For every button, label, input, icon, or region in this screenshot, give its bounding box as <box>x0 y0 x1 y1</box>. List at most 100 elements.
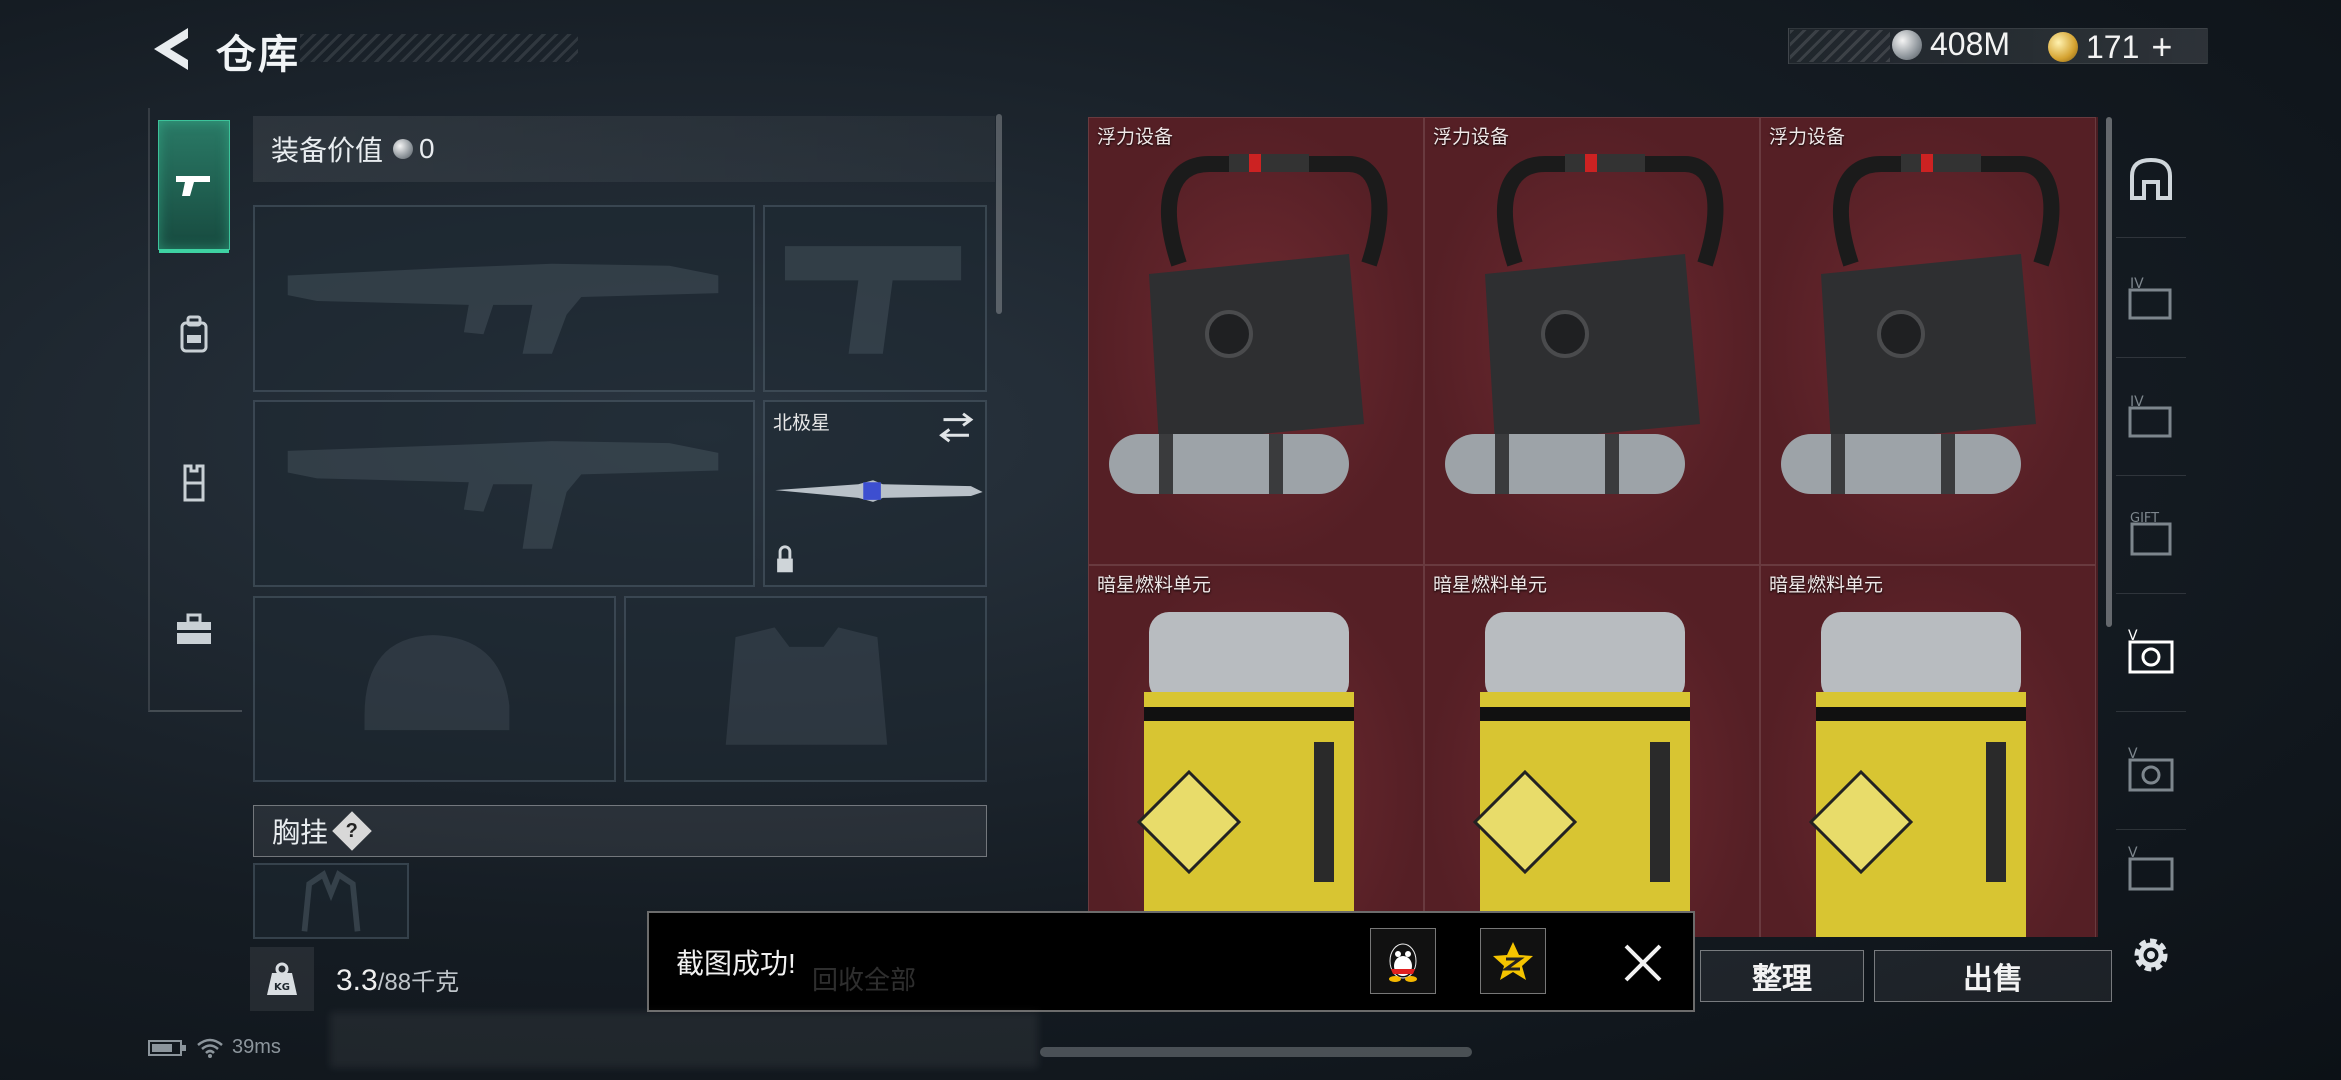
tier-v-case-icon: V <box>2128 628 2174 673</box>
pistol-icon <box>176 176 210 196</box>
body-armor-silhouette-icon <box>725 627 888 745</box>
toolbox-icon <box>177 613 211 644</box>
device-status: 39ms <box>148 1036 281 1059</box>
armor-slot[interactable] <box>624 596 987 782</box>
inventory-item[interactable]: 暗星燃料单元 <box>1760 565 2096 937</box>
rifle-silhouette-icon <box>287 441 719 549</box>
storage-tab-5-active[interactable]: V <box>2116 594 2186 712</box>
equipment-scrollbar[interactable] <box>996 114 1002 314</box>
inventory-grid: 浮力设备 浮力设备 浮力设备 暗星燃料单元 暗星燃料单元 暗星燃料单元 <box>1088 117 2098 937</box>
storage-tab-2[interactable]: IV <box>2116 240 2186 358</box>
storage-tab-3[interactable]: IV <box>2116 358 2186 476</box>
svg-text:V: V <box>2128 746 2138 762</box>
weight-max: /88千克 <box>377 969 460 996</box>
storage-tab-1[interactable] <box>2116 120 2186 238</box>
qzone-star-icon <box>1493 942 1533 980</box>
silver-currency: 408M <box>1892 26 2010 63</box>
page-title: 仓库 <box>216 33 300 77</box>
category-tab-tools[interactable] <box>158 565 230 695</box>
svg-text:V: V <box>2128 845 2138 861</box>
sidearm-slot[interactable] <box>763 205 987 392</box>
storage-tab-7[interactable]: V <box>2116 830 2186 910</box>
tier-v-case-icon: V <box>2128 845 2174 891</box>
tier-v-case-icon: V <box>2128 746 2174 791</box>
pistol-silhouette-icon <box>784 246 962 354</box>
gold-currency: 171 + <box>2048 26 2172 68</box>
back-button[interactable] <box>148 24 194 74</box>
sell-button[interactable]: 出售 <box>1874 950 2112 1002</box>
inventory-item[interactable]: 暗星燃料单元 <box>1424 565 1760 937</box>
weight-current: 3.3 <box>336 964 378 997</box>
ping-value: 39ms <box>232 1036 281 1058</box>
home-indicator <box>1040 1047 1472 1057</box>
svg-text:IV: IV <box>2130 394 2144 410</box>
weight-kg-icon: KG <box>267 962 297 995</box>
helmet-slot-icon <box>2130 157 2172 200</box>
category-tab-backpack[interactable] <box>158 270 230 400</box>
weight-text: 3.3/88千克 <box>336 962 459 998</box>
rifle-silhouette-icon <box>287 263 719 354</box>
svg-text:IV: IV <box>2130 276 2144 292</box>
svg-text:KG: KG <box>274 982 290 993</box>
recycle-all-ghost-text: 回收全部 <box>812 965 917 995</box>
chest-rig-label: 胸挂 <box>272 817 329 848</box>
title-decoration <box>300 34 578 62</box>
vest-icon <box>183 464 205 502</box>
battery-icon <box>148 1039 186 1056</box>
buoyancy-device-icon <box>1445 154 1724 494</box>
melee-slot[interactable]: 北极星 <box>763 400 987 587</box>
tier-iv-case-icon: IV <box>2128 276 2172 319</box>
melee-knife-icon <box>775 412 983 573</box>
gold-coin-icon <box>2048 32 2078 62</box>
equipment-value: 0 <box>419 133 435 164</box>
category-tab-vest[interactable] <box>158 418 230 548</box>
help-icon[interactable]: ? <box>332 811 372 851</box>
gold-amount: 171 <box>2086 28 2140 65</box>
equipment-value-label: 装备价值 <box>271 135 384 166</box>
buoyancy-device-icon <box>1781 154 2060 494</box>
toast-close-button[interactable] <box>1620 940 1666 986</box>
settings-button[interactable] <box>2126 930 2176 980</box>
category-tab-weapons[interactable] <box>158 120 230 253</box>
inventory-item[interactable]: 浮力设备 <box>1760 117 2096 565</box>
chest-rig-silhouette-icon <box>301 870 361 932</box>
qq-penguin-icon <box>1389 943 1417 982</box>
currency-decoration <box>1790 30 1890 62</box>
helmet-silhouette-icon <box>364 635 510 731</box>
inventory-item[interactable]: 浮力设备 <box>1424 117 1760 565</box>
inventory-item[interactable]: 暗星燃料单元 <box>1088 565 1424 937</box>
back-arrow-icon <box>154 28 188 70</box>
secondary-weapon-slot[interactable] <box>253 400 755 587</box>
gear-icon <box>2134 938 2168 972</box>
storage-tab-6[interactable]: V <box>2116 712 2186 830</box>
sort-button[interactable]: 整理 <box>1700 950 1864 1002</box>
blurred-region <box>330 1012 1038 1068</box>
add-currency-button[interactable]: + <box>2151 26 2172 68</box>
silver-coin-icon <box>1892 29 1922 60</box>
weight-indicator: KG <box>250 947 314 1011</box>
gift-case-icon: GIFT <box>2130 511 2172 555</box>
chest-rig-header[interactable]: 胸挂 ? <box>253 805 987 857</box>
tier-iv-case-icon: IV <box>2128 394 2172 437</box>
buoyancy-device-icon <box>1109 154 1388 494</box>
fuel-cell-icon <box>1136 612 1354 937</box>
primary-weapon-slot[interactable] <box>253 205 755 392</box>
silver-coin-icon <box>393 139 414 159</box>
equipment-value-header: 装备价值 0 <box>253 116 995 182</box>
wifi-icon <box>197 1038 223 1058</box>
inventory-scrollbar[interactable] <box>2106 117 2112 627</box>
fuel-cell-icon <box>1808 612 2026 937</box>
svg-text:V: V <box>2128 628 2138 644</box>
backpack-icon <box>180 315 208 353</box>
inventory-item[interactable]: 浮力设备 <box>1088 117 1424 565</box>
storage-tab-4[interactable]: GIFT <box>2116 476 2186 594</box>
fuel-cell-icon <box>1472 612 1690 937</box>
toast-message: 截图成功! <box>676 948 796 979</box>
svg-text:GIFT: GIFT <box>2130 511 2159 526</box>
silver-amount: 408M <box>1930 26 2011 62</box>
share-qq-button[interactable] <box>1370 928 1436 994</box>
helmet-slot[interactable] <box>253 596 616 782</box>
share-qzone-button[interactable] <box>1480 928 1546 994</box>
close-icon <box>1624 944 1662 982</box>
chest-rig-slot[interactable] <box>253 863 409 939</box>
